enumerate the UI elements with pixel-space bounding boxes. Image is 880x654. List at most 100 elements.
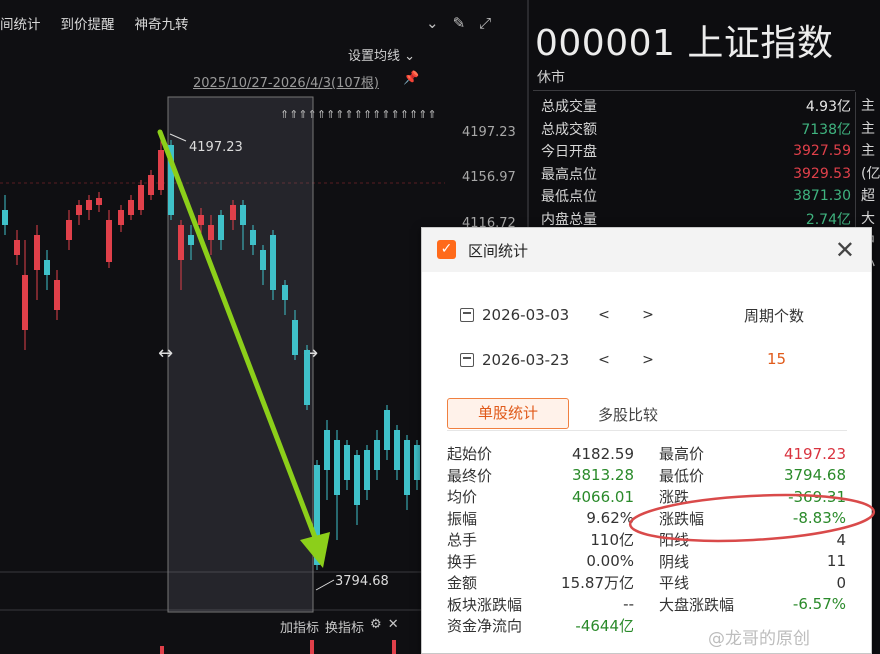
price-axis-label: 4156.97 xyxy=(462,170,516,185)
candle-body xyxy=(22,275,28,330)
stat-row: 最终价 3813.28 xyxy=(447,465,634,487)
tab-single-stock[interactable]: 单股统计 xyxy=(447,398,569,429)
candle-body xyxy=(260,250,266,270)
calendar-icon[interactable] xyxy=(460,308,474,322)
close-icon[interactable]: ✕ xyxy=(835,236,855,264)
quote-label: 总成交额 xyxy=(541,121,597,138)
candle-body xyxy=(158,150,164,190)
stat-value: 110亿 xyxy=(590,531,634,550)
candle-body xyxy=(86,200,92,210)
divider xyxy=(533,90,855,91)
candle-body xyxy=(218,215,224,240)
candle-body xyxy=(304,350,310,405)
stat-key: 最低价 xyxy=(659,466,705,485)
stat-row: 板块涨跌幅 -- xyxy=(447,594,634,616)
stat-row: 阳线 4 xyxy=(659,529,846,551)
candle-body xyxy=(292,320,298,355)
low-price-annotation: 3794.68 xyxy=(335,574,389,589)
quote-label: 最低点位 xyxy=(541,189,597,206)
quote-rows: 总成交量 4.93亿 总成交额 7138亿 今日开盘 3927.59 最高点位 3929… xyxy=(541,95,851,230)
end-date-row: 2026-03-23 < > xyxy=(460,348,670,372)
period-count-label: 周期个数 xyxy=(744,307,805,325)
stat-key: 换手 xyxy=(447,552,478,571)
stat-value: -8.83% xyxy=(792,509,846,528)
candle-body xyxy=(178,225,184,260)
side-label: 超 xyxy=(861,188,875,204)
stat-row: 阴线 11 xyxy=(659,551,846,573)
gear-icon[interactable]: ⚙ xyxy=(370,617,382,636)
stat-key: 大盘涨跌幅 xyxy=(659,595,735,614)
stat-key: 均价 xyxy=(447,488,478,507)
stat-key: 振幅 xyxy=(447,509,478,528)
stat-value: -369.31 xyxy=(788,487,846,506)
candle-body xyxy=(384,410,390,450)
stat-value: 4197.23 xyxy=(783,444,846,463)
stat-key: 资金净流向 xyxy=(447,617,523,636)
quote-row-low: 最低点位 3871.30 xyxy=(541,185,851,208)
candle-body xyxy=(240,205,246,225)
stat-value: 15.87万亿 xyxy=(561,574,634,593)
add-indicator-button[interactable]: 加指标 xyxy=(280,617,319,636)
quote-label: 今日开盘 xyxy=(541,144,597,161)
range-stats-dialog: ✓ 区间统计 ✕ 2026-03-03 < > 2026-03-23 < > 周… xyxy=(421,227,872,654)
quote-label: 最高点位 xyxy=(541,166,597,183)
end-next-button[interactable]: > xyxy=(626,352,670,368)
quote-label: 总成交量 xyxy=(541,99,597,116)
candle-body xyxy=(414,445,420,480)
candle-body xyxy=(14,240,20,255)
start-date-value[interactable]: 2026-03-03 xyxy=(482,306,582,324)
quote-value: 3927.59 xyxy=(793,143,851,160)
tab-multi-compare[interactable]: 多股比较 xyxy=(598,404,658,425)
switch-indicator-button[interactable]: 换指标 xyxy=(325,617,364,636)
quote-row-volume: 总成交量 4.93亿 xyxy=(541,95,851,118)
stat-key: 平线 xyxy=(659,574,690,593)
candle-body xyxy=(2,210,8,225)
stat-row: 换手 0.00% xyxy=(447,551,634,573)
stat-row: 涨跌 -369.31 xyxy=(659,486,846,508)
candle-body xyxy=(324,430,330,470)
candle-body xyxy=(76,205,82,215)
side-label: (亿 xyxy=(861,165,880,182)
quote-row-amount: 总成交额 7138亿 xyxy=(541,118,851,141)
start-prev-button[interactable]: < xyxy=(582,307,626,323)
stat-key: 总手 xyxy=(447,531,478,550)
stat-row: 涨跌幅 -8.83% xyxy=(659,508,846,530)
candle-body xyxy=(282,285,288,300)
stat-row: 金额 15.87万亿 xyxy=(447,572,634,594)
candle-body xyxy=(364,450,370,490)
close-icon[interactable]: ✕ xyxy=(388,617,399,636)
stat-key: 涨跌 xyxy=(659,488,690,507)
annotation-pointer xyxy=(315,579,335,591)
stat-value: 4066.01 xyxy=(571,487,634,506)
candle-body xyxy=(106,220,112,262)
stat-row: 最高价 4197.23 xyxy=(659,443,846,465)
stat-key: 最终价 xyxy=(447,466,493,485)
stat-row: 振幅 9.62% xyxy=(447,508,634,530)
end-prev-button[interactable]: < xyxy=(582,352,626,368)
stock-title: 000001 上证指数 xyxy=(535,23,834,64)
side-label: 主 xyxy=(861,98,875,114)
side-label: 主 xyxy=(861,120,875,137)
divider xyxy=(447,430,847,431)
stat-row: 最低价 3794.68 xyxy=(659,465,846,487)
candle-body xyxy=(208,225,214,240)
dialog-title: 区间统计 xyxy=(468,242,529,260)
resize-handle-icon[interactable]: ↔ xyxy=(158,343,173,364)
stat-row: 均价 4066.01 xyxy=(447,486,634,508)
volume-bar xyxy=(310,640,314,654)
selection-range[interactable] xyxy=(167,96,314,613)
candle-body xyxy=(250,230,256,245)
stat-value: 3813.28 xyxy=(571,466,634,485)
start-next-button[interactable]: > xyxy=(626,307,670,323)
calendar-icon[interactable] xyxy=(460,353,474,367)
stat-key: 起始价 xyxy=(447,445,493,464)
event-marker-row[interactable]: ⇑⇑⇑⇑⇑⇑⇑⇑⇑⇑⇑⇑⇑⇑⇑⇑⇑ xyxy=(280,108,437,121)
stat-value: 4 xyxy=(836,530,846,549)
candle-body xyxy=(230,205,236,220)
side-label: 主 xyxy=(861,143,875,159)
stat-key: 板块涨跌幅 xyxy=(447,595,523,614)
right-stats: 最高价 4197.23 最低价 3794.68 涨跌 -369.31 涨跌幅 -8.83… xyxy=(659,443,846,615)
quote-value: 2.74亿 xyxy=(805,211,851,228)
period-count-value: 15 xyxy=(767,350,787,368)
end-date-value[interactable]: 2026-03-23 xyxy=(482,351,582,369)
